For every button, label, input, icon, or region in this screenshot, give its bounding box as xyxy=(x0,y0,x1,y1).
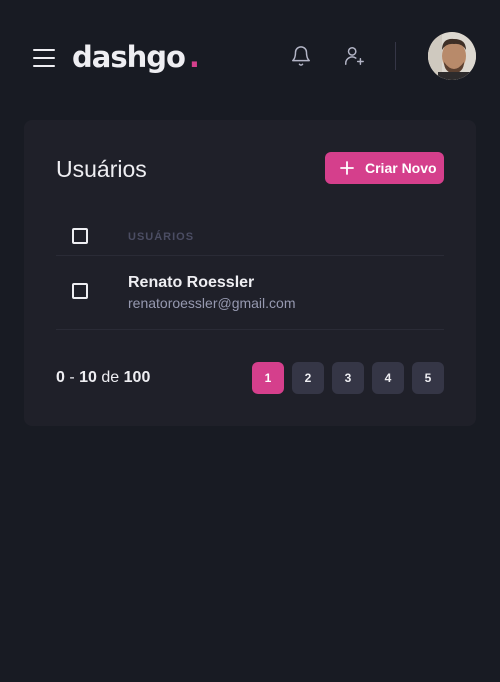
user-plus-icon[interactable] xyxy=(343,45,365,67)
pagination: 1 2 3 4 5 xyxy=(252,362,444,394)
header: dashgo. xyxy=(0,0,500,116)
header-divider xyxy=(395,42,396,70)
column-header-users: USUÁRIOS xyxy=(128,231,195,243)
pagination-from: 0 xyxy=(56,369,65,386)
pagination-info: 0 - 10 de 100 xyxy=(56,369,150,387)
users-card: Usuários Criar Novo USUÁRIOS Renato Roes… xyxy=(24,120,476,426)
page-button-5[interactable]: 5 xyxy=(412,362,444,394)
select-all-checkbox[interactable] xyxy=(72,228,88,244)
avatar[interactable] xyxy=(428,32,476,80)
create-new-button[interactable]: Criar Novo xyxy=(325,152,444,184)
create-new-button-label: Criar Novo xyxy=(365,160,437,176)
pagination-total: 100 xyxy=(123,369,151,386)
pagination-separator: - xyxy=(69,369,75,386)
pagination-to: 10 xyxy=(79,369,97,386)
plus-icon xyxy=(340,161,354,175)
table-header: USUÁRIOS xyxy=(56,212,444,256)
page-title: Usuários xyxy=(56,156,147,182)
page-button-1[interactable]: 1 xyxy=(252,362,284,394)
page-button-3[interactable]: 3 xyxy=(332,362,364,394)
row-checkbox[interactable] xyxy=(72,283,88,299)
menu-icon[interactable] xyxy=(33,47,55,69)
pagination-of-label: de xyxy=(101,369,120,386)
table-row[interactable]: Renato Roessler renatoroessler@gmail.com xyxy=(56,257,444,330)
user-email: renatoroessler@gmail.com xyxy=(128,295,296,311)
page-button-4[interactable]: 4 xyxy=(372,362,404,394)
logo-text: dashgo xyxy=(72,40,186,74)
logo: dashgo. xyxy=(72,40,200,74)
user-name: Renato Roessler xyxy=(128,274,255,291)
logo-dot: . xyxy=(188,40,200,74)
bell-icon[interactable] xyxy=(290,45,312,67)
page-button-2[interactable]: 2 xyxy=(292,362,324,394)
